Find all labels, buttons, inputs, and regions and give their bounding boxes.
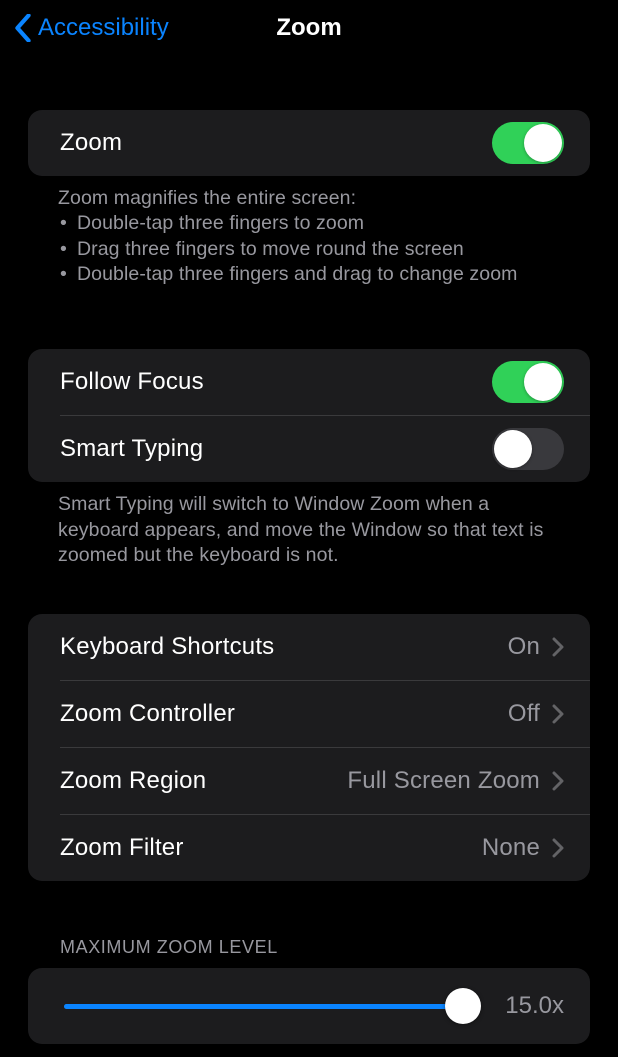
zoom-filter-label: Zoom Filter xyxy=(60,834,184,862)
follow-focus-toggle[interactable] xyxy=(492,361,564,403)
chevron-left-icon xyxy=(14,14,32,42)
keyboard-shortcuts-label: Keyboard Shortcuts xyxy=(60,633,274,661)
group-zoom: Zoom xyxy=(28,110,590,176)
group-slider: 15.0x xyxy=(28,968,590,1044)
back-label: Accessibility xyxy=(38,14,169,42)
zoom-filter-value: None xyxy=(482,834,540,862)
chevron-right-icon xyxy=(552,771,564,791)
zoom-footer-intro: Zoom magnifies the entire screen: xyxy=(58,186,560,211)
zoom-region-label: Zoom Region xyxy=(60,767,206,795)
zoom-controller-label: Zoom Controller xyxy=(60,700,235,728)
row-zoom[interactable]: Zoom xyxy=(28,110,590,176)
row-zoom-region[interactable]: Zoom Region Full Screen Zoom xyxy=(28,748,590,814)
zoom-footer: Zoom magnifies the entire screen: Double… xyxy=(28,176,590,287)
chevron-right-icon xyxy=(552,704,564,724)
group-focus-typing: Follow Focus Smart Typing xyxy=(28,349,590,482)
smart-typing-footer: Smart Typing will switch to Window Zoom … xyxy=(28,482,590,568)
slider-value: 15.0x xyxy=(500,992,564,1020)
row-zoom-controller[interactable]: Zoom Controller Off xyxy=(28,681,590,747)
back-button[interactable]: Accessibility xyxy=(14,14,169,42)
zoom-label: Zoom xyxy=(60,129,122,157)
chevron-right-icon xyxy=(552,838,564,858)
follow-focus-label: Follow Focus xyxy=(60,368,204,396)
row-keyboard-shortcuts[interactable]: Keyboard Shortcuts On xyxy=(28,614,590,680)
smart-typing-toggle[interactable] xyxy=(492,428,564,470)
slider-header: MAXIMUM ZOOM LEVEL xyxy=(28,881,590,968)
zoom-footer-bullet: Double-tap three fingers and drag to cha… xyxy=(58,262,560,287)
zoom-toggle[interactable] xyxy=(492,122,564,164)
chevron-right-icon xyxy=(552,637,564,657)
row-follow-focus[interactable]: Follow Focus xyxy=(28,349,590,415)
nav-bar: Accessibility Zoom xyxy=(0,0,618,56)
page-title: Zoom xyxy=(276,14,341,42)
zoom-level-slider[interactable] xyxy=(64,1004,480,1009)
smart-typing-label: Smart Typing xyxy=(60,435,203,463)
zoom-footer-bullet: Drag three fingers to move round the scr… xyxy=(58,237,560,262)
row-smart-typing[interactable]: Smart Typing xyxy=(28,416,590,482)
slider-fill xyxy=(64,1004,463,1009)
zoom-controller-value: Off xyxy=(508,700,540,728)
keyboard-shortcuts-value: On xyxy=(508,633,540,661)
zoom-region-value: Full Screen Zoom xyxy=(347,767,540,795)
group-options: Keyboard Shortcuts On Zoom Controller Of… xyxy=(28,614,590,881)
slider-thumb[interactable] xyxy=(445,988,481,1024)
zoom-footer-bullet: Double-tap three fingers to zoom xyxy=(58,211,560,236)
row-zoom-filter[interactable]: Zoom Filter None xyxy=(28,815,590,881)
